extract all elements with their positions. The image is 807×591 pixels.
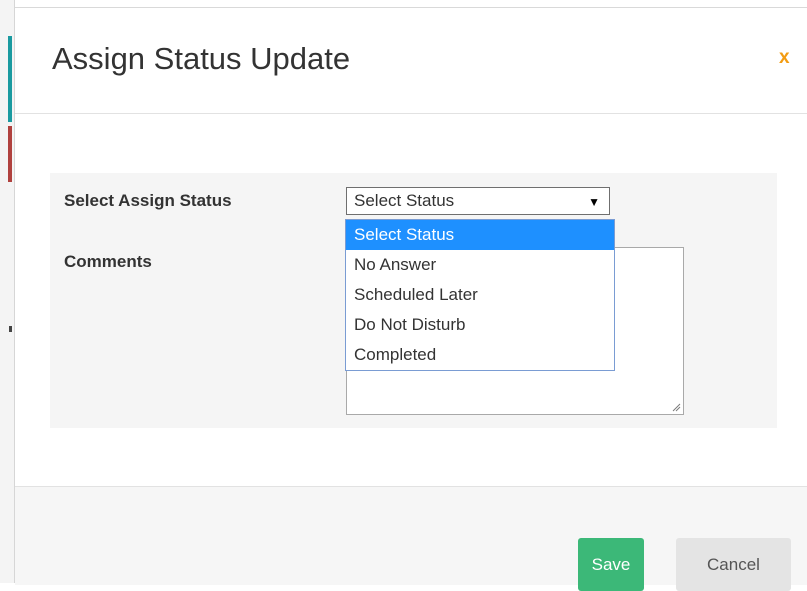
modal-header: Assign Status Update x <box>15 8 807 114</box>
status-select[interactable]: Select Status ▼ <box>346 187 610 215</box>
save-button[interactable]: Save <box>578 538 644 591</box>
status-label: Select Assign Status <box>64 191 232 210</box>
chevron-down-icon: ▼ <box>588 195 600 209</box>
status-option-scheduled-later[interactable]: Scheduled Later <box>346 280 614 310</box>
modal-title: Assign Status Update <box>52 41 351 76</box>
comments-label: Comments <box>64 252 152 271</box>
status-option-do-not-disturb[interactable]: Do Not Disturb <box>346 310 614 340</box>
backdrop-tick <box>9 326 12 332</box>
status-dropdown-list: Select Status No Answer Scheduled Later … <box>345 219 615 371</box>
close-button[interactable]: x <box>779 46 790 70</box>
modal-footer: Save Cancel <box>15 486 807 591</box>
status-option-completed[interactable]: Completed <box>346 340 614 370</box>
backdrop-accent-red <box>8 126 12 182</box>
status-option-no-answer[interactable]: No Answer <box>346 250 614 280</box>
backdrop-accent-teal <box>8 36 12 122</box>
status-option-select-status[interactable]: Select Status <box>346 220 614 250</box>
resize-grip-icon[interactable] <box>671 402 681 412</box>
status-select-value: Select Status <box>354 191 455 210</box>
page-backdrop-edge <box>0 0 15 583</box>
cancel-button[interactable]: Cancel <box>676 538 791 591</box>
